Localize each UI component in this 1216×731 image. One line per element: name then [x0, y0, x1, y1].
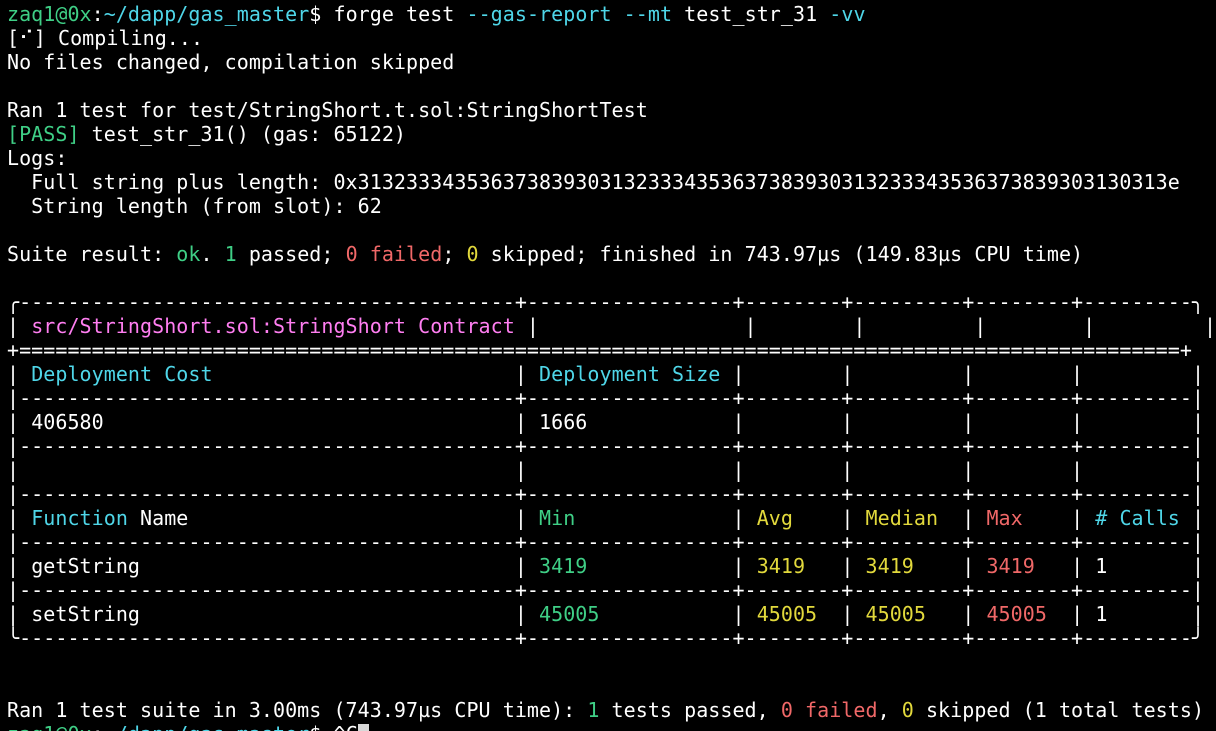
table-contract-row: | src/StringShort.sol:StringShort Contra… [7, 314, 1216, 338]
table-border-top: ╭---------------------------------------… [7, 290, 1205, 314]
text-cursor [357, 724, 369, 731]
table-border-bottom: ╰---------------------------------------… [7, 626, 1205, 650]
command-flags: --gas-report --mt [466, 2, 673, 26]
table-separator: |---------------------------------------… [7, 482, 1205, 506]
ran-test-line: Ran 1 test for test/StringShort.t.sol:St… [7, 98, 648, 122]
table-separator: |---------------------------------------… [7, 434, 1205, 458]
user-host: zaq1@0x [7, 2, 92, 26]
working-dir: ~/dapp/gas_master [104, 722, 310, 731]
table-row: | 406580 | 1666 | | | | | [7, 410, 1205, 434]
pass-badge: [PASS] [7, 122, 80, 146]
pass-line: [PASS] test_str_31() (gas: 65122) [7, 122, 407, 146]
table-row: | Deployment Cost | Deployment Size | | … [7, 362, 1205, 386]
suite-result-line: Suite result: ok. 1 passed; 0 failed; 0 … [7, 242, 1084, 266]
summary-line: Ran 1 test suite in 3.00ms (743.97µs CPU… [7, 698, 1205, 722]
table-separator: |---------------------------------------… [7, 578, 1205, 602]
log-line: String length (from slot): 62 [7, 194, 382, 218]
test-name-arg: test_str_31 [684, 2, 818, 26]
table-row: | getString | 3419 | 3419 | 3419 | 3419 … [7, 554, 1205, 578]
logs-label: Logs: [7, 146, 68, 170]
typed-input: ^C [333, 722, 357, 731]
log-line: Full string plus length: 0x3132333435363… [7, 170, 1180, 194]
terminal-window[interactable]: zaq1@0x:~/dapp/gas_master$ forge test --… [0, 0, 1216, 731]
ok-status: ok [176, 242, 201, 266]
deployment-cost-value: 406580 [31, 410, 104, 434]
no-changes-line: No files changed, compilation skipped [7, 50, 455, 74]
command: forge test [333, 2, 455, 26]
function-name: getString [31, 554, 141, 578]
table-row: | | | | | | | [7, 458, 1205, 482]
user-host: zaq1@0x [7, 722, 92, 731]
table-separator: |---------------------------------------… [7, 386, 1205, 410]
deployment-size-value: 1666 [539, 410, 588, 434]
spinner-icon: [⠊] [7, 26, 46, 50]
contract-title: src/StringShort.sol:StringShort Contract [31, 314, 515, 338]
table-header-row: | Function Name | Min | Avg | Median | M… [7, 506, 1205, 530]
prompt-line: zaq1@0x:~/dapp/gas_master$ forge test --… [7, 2, 866, 26]
working-dir: ~/dapp/gas_master [103, 2, 310, 26]
prompt-line-2[interactable]: zaq1@0x:~/dapp/gas_master$ ^C [7, 722, 369, 731]
table-row: | setString | 45005 | 45005 | 45005 | 45… [7, 602, 1205, 626]
verbosity-flag: -vv [829, 2, 866, 26]
compiling-line: [⠊] Compiling... [7, 26, 204, 50]
table-separator: |---------------------------------------… [7, 530, 1205, 554]
function-name: setString [31, 602, 141, 626]
table-double-separator: +=======================================… [7, 338, 1192, 362]
